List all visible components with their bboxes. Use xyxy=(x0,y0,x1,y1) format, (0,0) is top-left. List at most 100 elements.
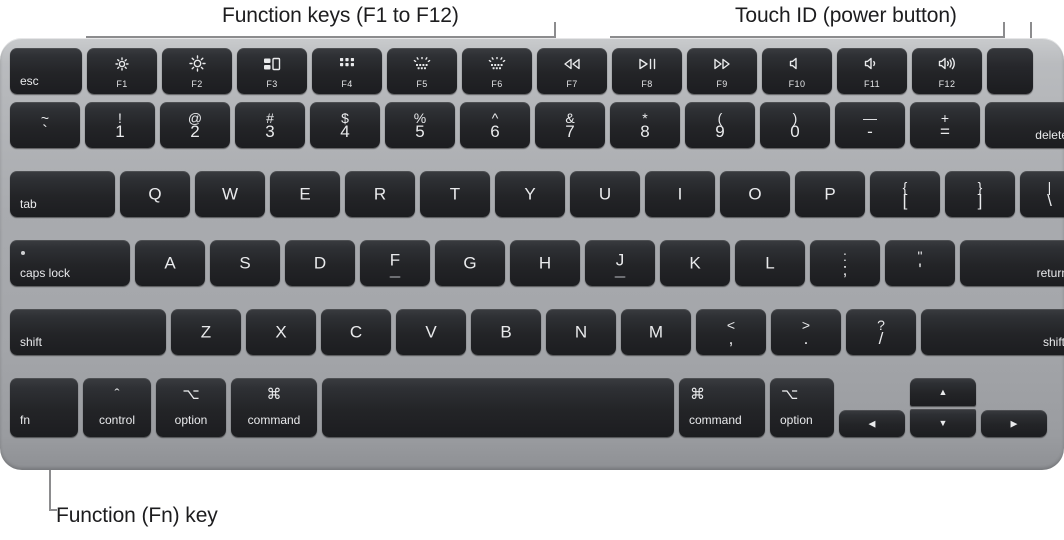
key-f11[interactable]: F11 xyxy=(837,48,907,94)
key-shift-right[interactable]: shift xyxy=(921,309,1064,355)
key-3-base: 3 xyxy=(265,122,275,141)
key-control[interactable]: ˆ control xyxy=(83,378,151,437)
key-s[interactable]: S xyxy=(210,240,280,286)
key-tab[interactable]: tab xyxy=(10,171,115,217)
key-z[interactable]: Z xyxy=(171,309,241,355)
key-l[interactable]: L xyxy=(735,240,805,286)
key-minus-base: - xyxy=(867,122,873,141)
key-y[interactable]: Y xyxy=(495,171,565,217)
key-n-label: N xyxy=(574,322,588,342)
mission-control-icon xyxy=(237,55,307,71)
key-f8[interactable]: F8 xyxy=(612,48,682,94)
key-j[interactable]: J xyxy=(585,240,655,286)
key-fn[interactable]: fn xyxy=(10,378,78,437)
key-arrow-left[interactable]: ◀ xyxy=(839,410,905,437)
key-bracket-right[interactable]: } ] xyxy=(945,171,1015,217)
key-delete-label: delete xyxy=(1035,128,1064,142)
key-5[interactable]: % 5 xyxy=(385,102,455,148)
key-grave[interactable]: ~ ` xyxy=(10,102,80,148)
key-delete[interactable]: delete xyxy=(985,102,1064,148)
key-f9[interactable]: F9 xyxy=(687,48,757,94)
key-y-label: Y xyxy=(524,184,536,204)
key-equal[interactable]: + = xyxy=(910,102,980,148)
key-semicolon[interactable]: : ; xyxy=(810,240,880,286)
key-i-label: I xyxy=(677,184,683,204)
key-f7[interactable]: F7 xyxy=(537,48,607,94)
key-x[interactable]: X xyxy=(246,309,316,355)
key-r[interactable]: R xyxy=(345,171,415,217)
key-esc[interactable]: esc xyxy=(10,48,82,94)
key-arrow-right[interactable]: ▶ xyxy=(981,410,1047,437)
key-f3[interactable]: F3 xyxy=(237,48,307,94)
key-caps-lock[interactable]: caps lock xyxy=(10,240,130,286)
key-d[interactable]: D xyxy=(285,240,355,286)
key-space[interactable] xyxy=(322,378,674,437)
keyboard-row-numbers: ~ ` ! 1 @ 2 # 3 $ 4 % 5 ^ 6 & 7 * 8 (9 … xyxy=(10,102,1064,148)
key-option-left[interactable]: ⌥ option xyxy=(156,378,226,437)
key-f[interactable]: F xyxy=(360,240,430,286)
key-r-label: R xyxy=(373,184,387,204)
arrow-down-icon: ▼ xyxy=(938,418,948,428)
key-x-label: X xyxy=(275,322,287,342)
key-arrow-down[interactable]: ▼ xyxy=(910,409,976,437)
key-v[interactable]: V xyxy=(396,309,466,355)
key-b[interactable]: B xyxy=(471,309,541,355)
key-a[interactable]: A xyxy=(135,240,205,286)
key-e[interactable]: E xyxy=(270,171,340,217)
key-f6[interactable]: F6 xyxy=(462,48,532,94)
key-f1[interactable]: F1 xyxy=(87,48,157,94)
control-caret-icon: ˆ xyxy=(114,386,120,403)
key-k[interactable]: K xyxy=(660,240,730,286)
key-u[interactable]: U xyxy=(570,171,640,217)
key-p[interactable]: P xyxy=(795,171,865,217)
key-6[interactable]: ^ 6 xyxy=(460,102,530,148)
key-w-label: W xyxy=(221,184,239,204)
key-7-base: 7 xyxy=(565,122,575,141)
key-return[interactable]: return xyxy=(960,240,1064,286)
key-o[interactable]: O xyxy=(720,171,790,217)
key-m[interactable]: M xyxy=(621,309,691,355)
key-c[interactable]: C xyxy=(321,309,391,355)
key-quote[interactable]: " ' xyxy=(885,240,955,286)
key-8[interactable]: * 8 xyxy=(610,102,680,148)
key-slash[interactable]: ? / xyxy=(846,309,916,355)
key-3[interactable]: # 3 xyxy=(235,102,305,148)
key-g[interactable]: G xyxy=(435,240,505,286)
key-9[interactable]: ( 9 xyxy=(685,102,755,148)
touch-id-icon[interactable] xyxy=(987,48,1033,94)
option-alt-icon: ⌥ xyxy=(182,386,200,403)
key-h[interactable]: H xyxy=(510,240,580,286)
key-f5[interactable]: F5 xyxy=(387,48,457,94)
key-minus[interactable]: — - xyxy=(835,102,905,148)
key-t[interactable]: T xyxy=(420,171,490,217)
key-f2[interactable]: F2 xyxy=(162,48,232,94)
keyboard-row-home: caps lock A S D F G H J K L : ; " ' retu… xyxy=(10,240,1064,286)
key-arrow-up[interactable]: ▲ xyxy=(910,378,976,406)
key-option-left-label: option xyxy=(174,413,208,427)
key-option-right[interactable]: ⌥ option xyxy=(770,378,834,437)
key-2[interactable]: @ 2 xyxy=(160,102,230,148)
key-comma[interactable]: < , xyxy=(696,309,766,355)
key-shift-left[interactable]: shift xyxy=(10,309,166,355)
key-period[interactable]: > . xyxy=(771,309,841,355)
key-d-label: D xyxy=(313,253,327,273)
key-1[interactable]: ! 1 xyxy=(85,102,155,148)
keyboard-row-shift: shift Z X C V B N M < , > . ? / shift xyxy=(10,309,1064,355)
key-backslash[interactable]: | \ xyxy=(1020,171,1064,217)
key-0[interactable]: ) 0 xyxy=(760,102,830,148)
key-9-base: 9 xyxy=(715,122,725,141)
key-f10[interactable]: F10 xyxy=(762,48,832,94)
key-f4[interactable]: F4 xyxy=(312,48,382,94)
key-f12[interactable]: F12 xyxy=(912,48,982,94)
key-q[interactable]: Q xyxy=(120,171,190,217)
key-7[interactable]: & 7 xyxy=(535,102,605,148)
key-bracket-left[interactable]: { [ xyxy=(870,171,940,217)
key-n[interactable]: N xyxy=(546,309,616,355)
key-j-label: J xyxy=(615,250,625,270)
key-f5-label: F5 xyxy=(416,79,428,89)
key-i[interactable]: I xyxy=(645,171,715,217)
key-4[interactable]: $ 4 xyxy=(310,102,380,148)
key-command-right[interactable]: ⌘ command xyxy=(679,378,765,437)
key-command-left[interactable]: ⌘ command xyxy=(231,378,317,437)
key-w[interactable]: W xyxy=(195,171,265,217)
